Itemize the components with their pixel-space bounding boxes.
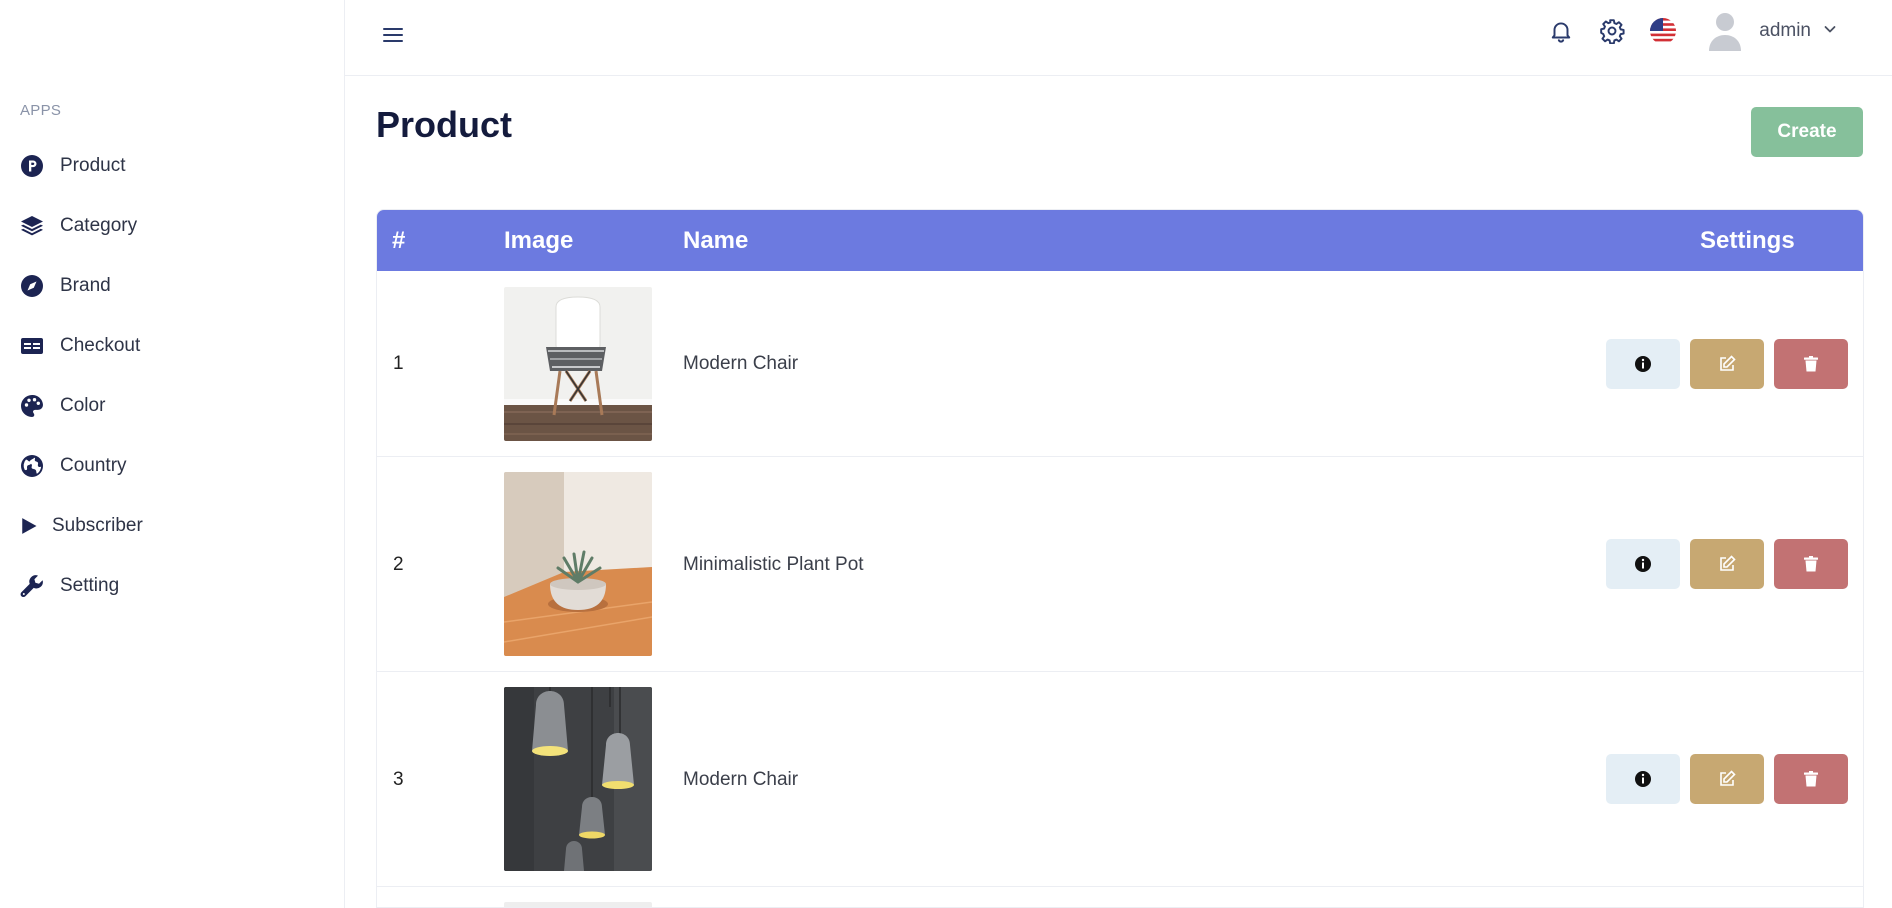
user-avatar-icon (1707, 11, 1743, 51)
trash-icon (1804, 356, 1818, 372)
layers-icon (20, 214, 44, 238)
row-actions (1596, 539, 1848, 589)
product-image (504, 687, 652, 871)
product-name: Modern Chair (683, 769, 799, 790)
table-header: # Image Name Settings (377, 210, 1863, 271)
info-icon (1635, 771, 1651, 787)
edit-icon (1720, 555, 1736, 571)
row-number: 2 (393, 554, 404, 575)
create-button[interactable]: Create (1751, 107, 1863, 157)
info-icon (1635, 356, 1651, 372)
table-row: 2 Minimalistic Plant Pot (377, 457, 1863, 672)
top-header: admin (345, 0, 1892, 76)
sidebar-item-subscriber[interactable]: Subscriber (0, 496, 345, 556)
sidebar-item-product[interactable]: Product (0, 136, 345, 196)
gear-icon[interactable] (1596, 15, 1628, 47)
column-header-name: Name (683, 227, 749, 254)
id-card-icon (20, 334, 44, 358)
sidebar-section-label: APPS (20, 102, 62, 119)
product-image (504, 902, 652, 907)
sidebar-item-label: Category (60, 215, 138, 236)
product-p-icon (20, 154, 44, 178)
sidebar-item-label: Checkout (60, 335, 141, 356)
trash-icon (1804, 771, 1818, 787)
table-row: 1 Modern Chair (377, 271, 1863, 457)
edit-button[interactable] (1690, 539, 1764, 589)
sidebar-item-color[interactable]: Color (0, 376, 345, 436)
column-header-number: # (392, 227, 406, 254)
product-image (504, 472, 652, 656)
play-icon (20, 514, 38, 538)
row-actions (1596, 339, 1848, 389)
sidebar-nav: Product Category Brand Checkout Color Co… (0, 136, 345, 616)
info-button[interactable] (1606, 539, 1680, 589)
sidebar-item-label: Setting (60, 575, 120, 596)
chevron-down-icon (1823, 22, 1837, 41)
sidebar-item-brand[interactable]: Brand (0, 256, 345, 316)
edit-icon (1720, 770, 1736, 786)
sidebar-item-label: Product (60, 155, 126, 176)
sidebar-item-label: Color (60, 395, 106, 416)
table-row (377, 887, 1863, 907)
product-name: Minimalistic Plant Pot (683, 554, 864, 575)
globe-icon (20, 454, 44, 478)
sidebar-item-category[interactable]: Category (0, 196, 345, 256)
column-header-settings: Settings (1700, 227, 1795, 254)
sidebar: APPS Product Category Brand Checkout Col… (0, 0, 345, 908)
info-button[interactable] (1606, 339, 1680, 389)
info-button[interactable] (1606, 754, 1680, 804)
edit-icon (1720, 355, 1736, 371)
edit-button[interactable] (1690, 339, 1764, 389)
header-actions: admin (1526, 0, 1892, 62)
compass-icon (20, 274, 44, 298)
product-name: Modern Chair (683, 353, 799, 374)
bell-icon[interactable] (1545, 15, 1577, 47)
product-image (504, 287, 652, 441)
delete-button[interactable] (1774, 339, 1848, 389)
user-menu[interactable]: admin (1707, 11, 1837, 51)
page-title: Product (376, 104, 513, 145)
table-row: 3 Modern Chair (377, 672, 1863, 887)
wrench-icon (20, 574, 44, 598)
menu-icon[interactable] (378, 20, 408, 50)
delete-button[interactable] (1774, 539, 1848, 589)
us-flag-icon[interactable] (1647, 15, 1679, 47)
row-number: 3 (393, 769, 404, 790)
row-number: 1 (393, 353, 404, 374)
edit-button[interactable] (1690, 754, 1764, 804)
column-header-image: Image (504, 227, 574, 254)
trash-icon (1804, 556, 1818, 572)
sidebar-item-label: Brand (60, 275, 111, 296)
sidebar-item-checkout[interactable]: Checkout (0, 316, 345, 376)
sidebar-item-label: Country (60, 455, 127, 476)
username: admin (1759, 20, 1811, 41)
delete-button[interactable] (1774, 754, 1848, 804)
info-icon (1635, 556, 1651, 572)
palette-icon (20, 394, 44, 418)
product-table: # Image Name Settings 1 Modern Chair 2 M… (376, 209, 1864, 908)
sidebar-item-country[interactable]: Country (0, 436, 345, 496)
sidebar-item-setting[interactable]: Setting (0, 556, 345, 616)
row-actions (1596, 754, 1848, 804)
sidebar-item-label: Subscriber (52, 515, 143, 536)
